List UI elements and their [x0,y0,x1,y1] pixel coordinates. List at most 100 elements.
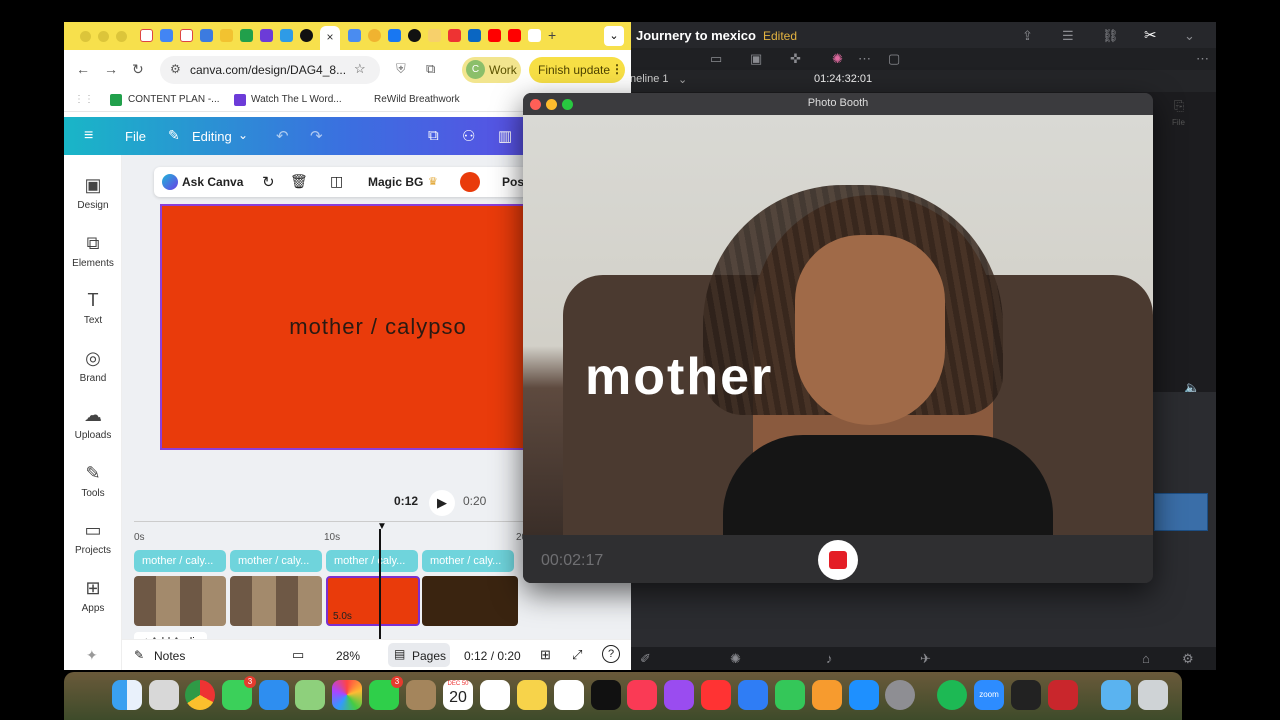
profile-button[interactable]: C Work [462,57,521,83]
mail-icon[interactable] [259,680,289,710]
system-settings-icon[interactable] [885,680,915,710]
messages-icon[interactable]: 3 [222,676,256,710]
app-store-icon[interactable] [849,680,879,710]
tab-generic[interactable] [220,29,233,42]
tab-threads-2[interactable] [408,29,421,42]
new-tab-icon[interactable]: + [548,27,556,43]
video-thumbnail-4[interactable] [422,576,518,626]
tab-app-2[interactable] [368,29,381,42]
tab-sheets[interactable] [240,29,253,42]
stop-recording-button[interactable] [818,540,858,580]
ask-canva-button[interactable]: Ask Canva [182,175,243,189]
music-icon[interactable] [627,680,657,710]
bookmark-rewild[interactable]: ReWild Breathwork [374,94,460,105]
view-toggle-icon[interactable]: ▭ [292,647,304,663]
finish-update-button[interactable]: Finish update ⋮ [529,57,625,83]
tab-google[interactable] [528,29,541,42]
url-text[interactable]: canva.com/design/DAG4_8... [190,63,346,77]
close-window-button[interactable] [80,31,91,42]
finder-icon[interactable] [112,680,142,710]
tab-youtube[interactable] [488,29,501,42]
hamburger-icon[interactable]: ≡ [84,127,93,145]
fullscreen-icon[interactable]: ⤢ [572,647,582,663]
tab-youtube-2[interactable] [508,29,521,42]
calendar-icon[interactable]: DEC 50 20 [443,680,473,710]
design-page[interactable]: mother / calypso [160,204,540,450]
help-icon[interactable]: ? [602,645,620,663]
mixer-icon[interactable]: ☰ [1062,28,1074,44]
scene-label-2[interactable]: mother / caly... [230,550,322,572]
home-icon[interactable]: ⌂ [1142,651,1150,666]
minimize-window-button[interactable] [98,31,109,42]
numbers-icon[interactable] [775,680,805,710]
launchpad-icon[interactable] [149,680,179,710]
bookmark-l-word[interactable]: Watch The L Word... [251,94,342,105]
transform-icon[interactable]: ✜ [790,51,801,67]
sidebar-item-apps[interactable]: ⊞ Apps [64,578,122,614]
apple-tv-icon[interactable] [591,680,621,710]
address-bar[interactable]: ⚙ canva.com/design/DAG4_8... ☆ [160,56,380,84]
news-icon[interactable] [701,680,731,710]
video-thumbnail-1[interactable] [134,576,226,626]
color-icon[interactable]: ✺ [832,51,843,67]
tab-canva[interactable] [260,29,273,42]
reload-icon[interactable]: ↻ [132,61,144,78]
keynote-icon[interactable] [738,680,768,710]
tab-linkedin[interactable] [468,29,481,42]
sidebar-item-brand[interactable]: ◎ Brand [64,348,122,384]
tab-pinterest[interactable] [448,29,461,42]
chevron-down-icon[interactable]: ⌄ [238,128,248,142]
tab-gmail-2[interactable] [180,29,193,42]
flip-icon[interactable]: ◫ [330,173,343,190]
trash-icon[interactable] [1138,680,1168,710]
downloads-folder-icon[interactable] [1101,680,1131,710]
redo-icon[interactable]: ↷ [310,127,323,145]
fusion-page-icon[interactable]: ✺ [730,651,741,667]
contacts-icon[interactable] [406,680,436,710]
spotify-icon[interactable] [937,680,967,710]
clip-icon[interactable]: ▭ [710,51,722,67]
share-icon[interactable]: ⇪ [1022,28,1033,44]
zoom-app-icon[interactable]: zoom [974,680,1004,710]
chrome-icon[interactable] [185,680,215,710]
overflow-icon[interactable]: ⋯ [1196,51,1209,67]
sidebar-item-tools[interactable]: ✎ Tools [64,463,122,499]
tab-canva-2[interactable] [348,29,361,42]
replace-icon[interactable]: ↻ [262,173,275,191]
file-icon[interactable]: ⎘ [1174,98,1184,114]
settings-icon[interactable]: ⚙ [1182,651,1194,667]
tools-icon[interactable]: ✂ [1144,26,1157,44]
link-icon[interactable]: ⛓ [1102,28,1119,44]
kebab-menu-icon[interactable]: ⋮ [611,62,623,76]
share-people-icon[interactable]: ⚇ [462,127,475,145]
scene-label-4[interactable]: mother / caly... [422,550,514,572]
editing-mode-button[interactable]: Editing [192,129,232,144]
pages-app-icon[interactable] [812,680,842,710]
sidebar-item-text[interactable]: T Text [64,290,122,326]
zoom-window-button[interactable] [116,31,127,42]
zoom-level[interactable]: 28% [336,649,360,663]
selected-clip[interactable]: 5.0s [326,576,420,626]
deliver-page-icon[interactable]: ✈ [920,651,931,667]
grid-view-icon[interactable]: ⊞ [540,647,551,663]
site-info-icon[interactable]: ⚙ [170,62,181,76]
photo-booth-icon[interactable] [1048,680,1078,710]
resize-icon[interactable]: ⧉ [428,127,439,144]
facetime-icon[interactable]: 3 [369,676,403,710]
bookmark-star-icon[interactable]: ☆ [354,61,366,77]
notes-app-icon[interactable] [517,680,547,710]
color-swatch[interactable] [460,172,480,192]
maps-icon[interactable] [295,680,325,710]
pages-button[interactable]: ▤ Pages [388,643,450,667]
tab-docs[interactable] [160,29,173,42]
tab-search-icon[interactable]: ⌄ [604,26,624,46]
analytics-icon[interactable]: ▥ [498,127,512,145]
reminders-icon[interactable] [480,680,510,710]
sidebar-item-projects[interactable]: ▭ Projects [64,520,122,556]
sidebar-item-uploads[interactable]: ☁ Uploads [64,405,122,441]
extensions-icon[interactable]: ⧉ [426,61,435,77]
tab-active-close[interactable]: × [320,26,340,50]
photos-icon[interactable] [332,680,362,710]
tab-gmail[interactable] [140,29,153,42]
scene-label-3[interactable]: mother / caly... [326,550,418,572]
